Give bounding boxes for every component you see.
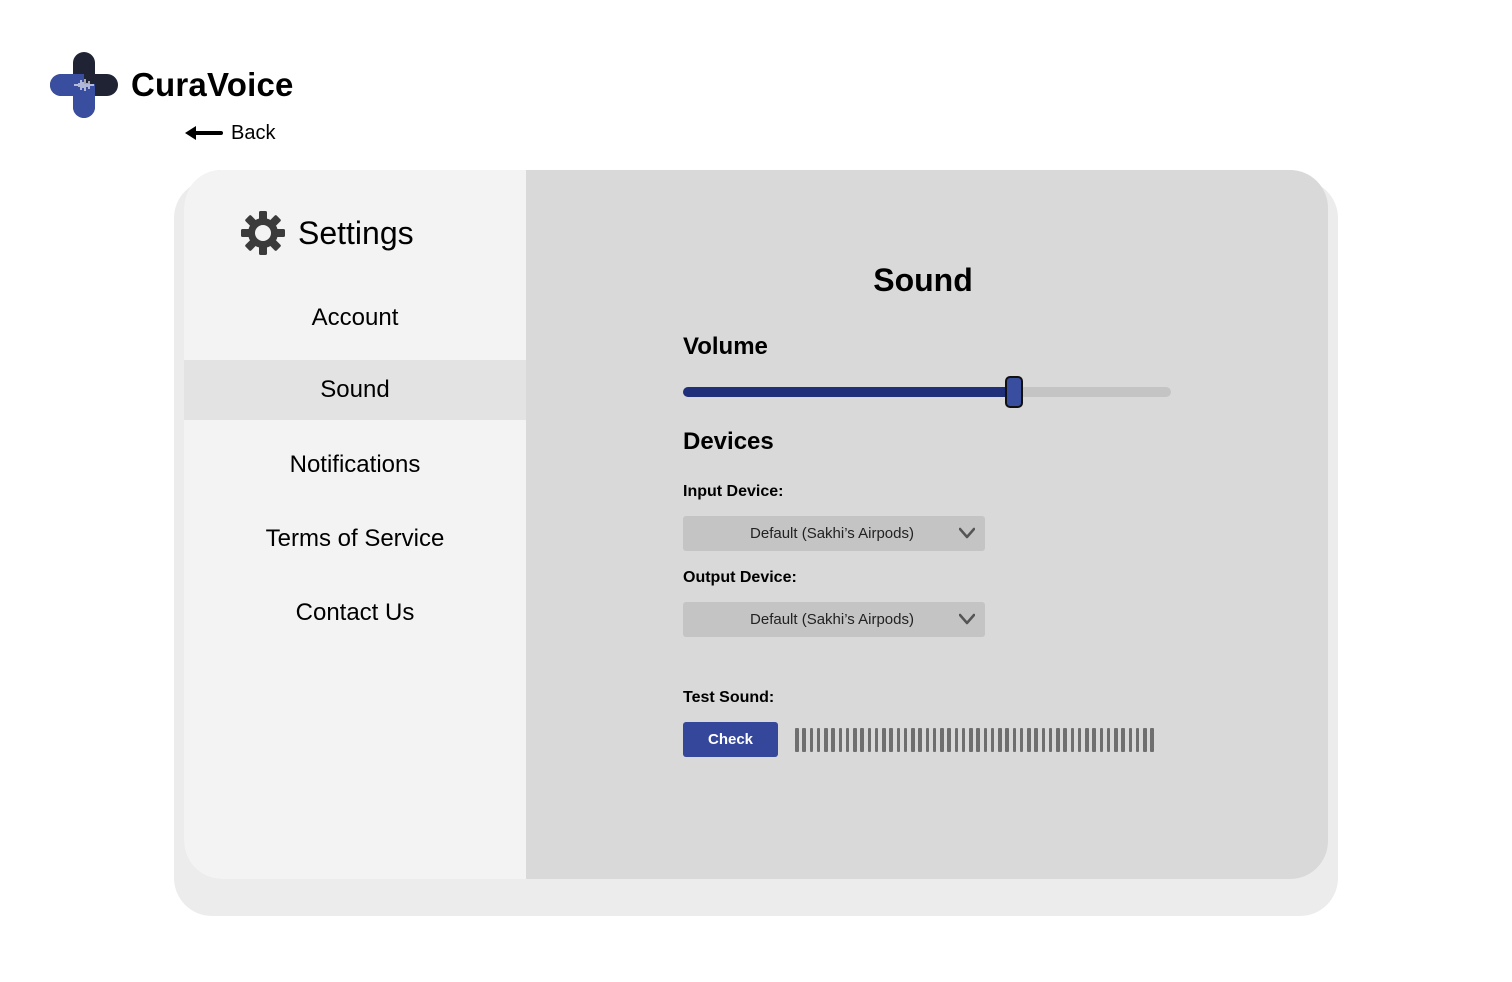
input-device-select[interactable]: Default (Sakhi’s Airpods) (683, 516, 985, 551)
meter-segment (1099, 728, 1103, 752)
meter-segment (867, 728, 871, 752)
meter-segment (903, 728, 908, 752)
meter-segment (1056, 728, 1060, 752)
volume-slider[interactable] (683, 376, 1171, 408)
output-device-select[interactable]: Default (Sakhi’s Airpods) (683, 602, 985, 637)
meter-segment (983, 728, 987, 752)
sidebar-item-account[interactable]: Account (184, 288, 526, 348)
meter-segment (1041, 728, 1045, 752)
curavoice-logo-icon (50, 50, 120, 120)
back-button[interactable]: Back (183, 120, 275, 146)
meter-segment (816, 728, 821, 752)
meter-segment (1114, 728, 1118, 752)
settings-sidebar: Settings Account Sound Notifications Ter… (184, 170, 526, 879)
meter-segment (1019, 728, 1024, 752)
meter-segment (1150, 728, 1154, 752)
check-button[interactable]: Check (683, 722, 778, 757)
sound-level-meter (795, 728, 1154, 752)
meter-segment (998, 728, 1002, 752)
meter-segment (1012, 728, 1016, 752)
meter-segment (961, 728, 966, 752)
meter-segment (802, 728, 806, 752)
output-device-value: Default (Sakhi’s Airpods) (750, 611, 914, 628)
sound-wave-icon (74, 79, 94, 91)
meter-segment (969, 728, 973, 752)
meter-segment (1034, 728, 1038, 752)
meter-segment (1085, 728, 1089, 752)
back-label: Back (231, 121, 276, 144)
meter-segment (932, 728, 937, 752)
meter-segment (1048, 728, 1053, 752)
meter-segment (1135, 728, 1140, 752)
test-sound-label: Test Sound: (683, 689, 775, 706)
sidebar-item-sound[interactable]: Sound (184, 360, 526, 420)
sidebar-item-terms-of-service[interactable]: Terms of Service (184, 509, 526, 569)
output-device-label: Output Device: (683, 569, 797, 586)
page-title: Sound (873, 262, 973, 298)
app-root: CuraVoice Back Settings Account Sound No… (0, 0, 1512, 982)
input-device-label: Input Device: (683, 483, 784, 500)
devices-heading: Devices (683, 428, 774, 455)
meter-segment (824, 728, 828, 752)
meter-segment (896, 728, 900, 752)
meter-segment (795, 728, 799, 752)
chevron-down-icon (959, 527, 975, 539)
meter-segment (1070, 728, 1074, 752)
meter-segment (853, 728, 857, 752)
meter-segment (925, 728, 929, 752)
meter-segment (911, 728, 915, 752)
meter-segment (882, 728, 886, 752)
meter-segment (976, 728, 980, 752)
meter-segment (1027, 728, 1031, 752)
meter-segment (954, 728, 958, 752)
settings-title: Settings (298, 214, 414, 251)
volume-slider-thumb[interactable] (1005, 376, 1023, 408)
chevron-down-icon (959, 613, 975, 625)
meter-segment (1063, 728, 1067, 752)
sidebar-item-contact-us[interactable]: Contact Us (184, 583, 526, 643)
volume-heading: Volume (683, 333, 768, 360)
settings-card: Settings Account Sound Notifications Ter… (184, 170, 1328, 879)
meter-segment (940, 728, 944, 752)
meter-segment (1143, 728, 1147, 752)
brand-name: CuraVoice (131, 66, 294, 103)
meter-segment (990, 728, 995, 752)
meter-segment (809, 728, 813, 752)
sound-panel: Sound Volume Devices Input Device: Defau… (526, 170, 1328, 879)
sidebar-item-notifications[interactable]: Notifications (184, 435, 526, 495)
input-device-value: Default (Sakhi’s Airpods) (750, 525, 914, 542)
meter-segment (1077, 728, 1082, 752)
meter-segment (1106, 728, 1111, 752)
gear-icon (241, 211, 285, 255)
meter-segment (1121, 728, 1125, 752)
meter-segment (889, 728, 893, 752)
meter-segment (845, 728, 850, 752)
sidebar-header: Settings (240, 210, 414, 256)
arrow-left-icon (185, 126, 223, 140)
meter-segment (1128, 728, 1132, 752)
meter-segment (874, 728, 879, 752)
volume-slider-fill (683, 387, 1012, 397)
meter-segment (918, 728, 922, 752)
meter-segment (947, 728, 951, 752)
brand: CuraVoice (50, 50, 294, 120)
meter-segment (831, 728, 835, 752)
meter-segment (1092, 728, 1096, 752)
meter-segment (838, 728, 842, 752)
meter-segment (1005, 728, 1009, 752)
meter-segment (860, 728, 864, 752)
